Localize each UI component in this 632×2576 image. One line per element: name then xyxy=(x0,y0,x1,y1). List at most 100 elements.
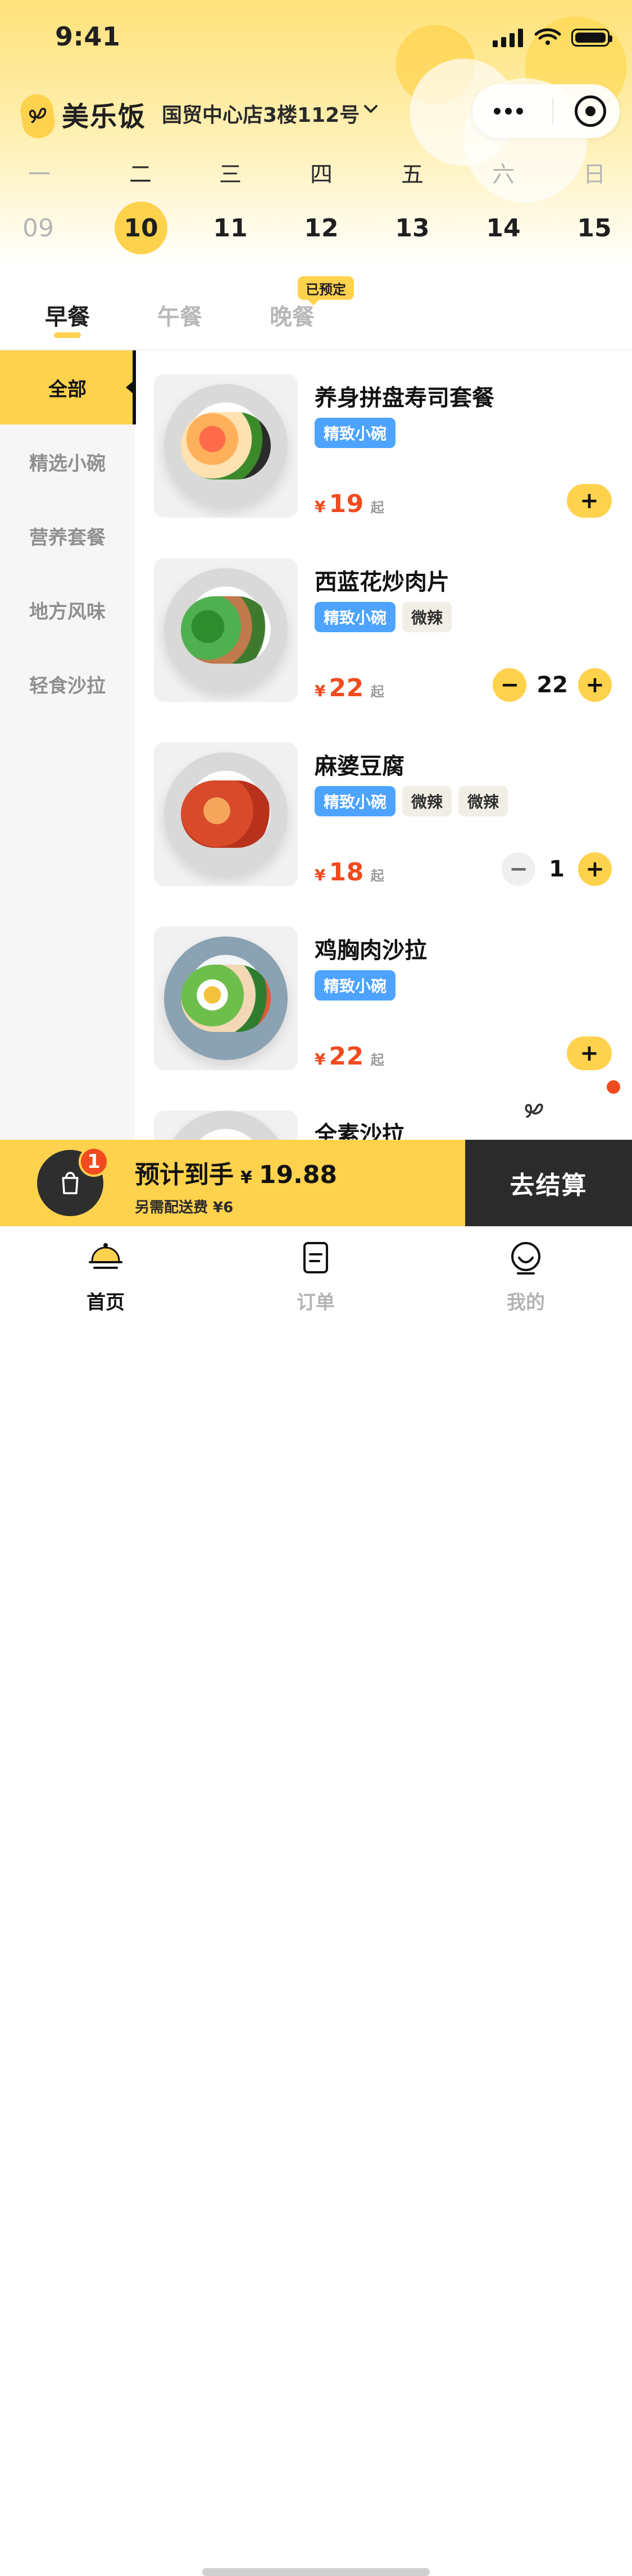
active-tab-indicator xyxy=(54,332,81,338)
increase-button[interactable]: + xyxy=(578,668,612,702)
tab-orders[interactable]: 订单 xyxy=(260,1236,372,1314)
weekday: 日 xyxy=(583,162,606,188)
dates-row: 09 10 11 12 13 14 15 xyxy=(0,200,632,262)
meal-tabs: 早餐 午餐 晚餐 已预定 xyxy=(0,270,632,348)
date-12[interactable]: 12 xyxy=(293,200,349,256)
status-icons xyxy=(493,28,612,47)
price-suffix: 起 xyxy=(370,1052,384,1068)
weekday: 一 xyxy=(28,162,51,188)
chevron-down-icon[interactable] xyxy=(361,99,381,119)
currency-symbol: ¥ xyxy=(315,1050,326,1068)
decrease-button[interactable]: − xyxy=(502,852,535,886)
target-icon[interactable] xyxy=(575,95,606,127)
battery-icon xyxy=(571,29,612,47)
date-11[interactable]: 11 xyxy=(202,200,258,256)
price-value: 22 xyxy=(329,674,364,702)
store-location[interactable]: 国贸中心店3楼112号 xyxy=(162,99,360,128)
dish-name: 西蓝花炒肉片 xyxy=(315,569,449,595)
date-09[interactable]: 09 xyxy=(10,200,66,256)
wifi-icon xyxy=(534,28,561,45)
dish-image[interactable] xyxy=(154,742,298,886)
list-item: 养身拼盘寿司套餐 精致小碗 ¥ 19 起 + xyxy=(135,350,632,535)
tab-orders-label: 订单 xyxy=(297,1291,335,1314)
cart-estimate-label: 预计到手 xyxy=(135,1161,234,1189)
sidebar-item-featured-small-bowl[interactable]: 精选小碗 xyxy=(0,424,135,499)
increase-button[interactable]: + xyxy=(578,852,612,886)
quantity: 22 xyxy=(536,672,568,698)
tag: 微辣 xyxy=(402,786,452,816)
category-sidebar: 全部 精选小碗 营养套餐 地方风味 轻食沙拉 xyxy=(0,350,136,1141)
date-10[interactable]: 10 xyxy=(115,202,167,254)
status-bar: 9:41 xyxy=(0,0,632,79)
weekday: 六 xyxy=(492,162,515,188)
tab-breakfast[interactable]: 早餐 xyxy=(45,299,90,331)
quantity: 1 xyxy=(549,856,565,882)
more-icon[interactable] xyxy=(486,108,531,115)
tab-home-label: 首页 xyxy=(87,1291,125,1314)
dish-food xyxy=(181,780,271,848)
tag: 精致小碗 xyxy=(315,418,396,448)
brand-name: 美乐饭 xyxy=(62,101,147,133)
dish-tags: 精致小碗 微辣 xyxy=(315,602,452,632)
cart-estimate: 预计到手 ¥ 19.88 xyxy=(135,1154,337,1190)
capsule-divider xyxy=(552,98,553,125)
tab-profile-label: 我的 xyxy=(507,1291,545,1314)
currency-symbol: ¥ xyxy=(315,866,326,884)
weekday: 四 xyxy=(310,162,333,188)
dish-image[interactable] xyxy=(154,1111,298,1141)
date-15[interactable]: 15 xyxy=(566,200,622,256)
dish-tags: 精致小碗 微辣 微辣 xyxy=(315,786,508,816)
price-suffix: 起 xyxy=(370,684,384,700)
price: ¥ 19 起 xyxy=(315,490,384,518)
checkout-button[interactable]: 去结算 xyxy=(465,1140,632,1226)
tag: 微辣 xyxy=(402,602,452,632)
price: ¥ 22 起 xyxy=(315,1042,384,1071)
tab-lunch[interactable]: 午餐 xyxy=(157,299,202,331)
plate-icon xyxy=(164,1111,288,1141)
shopping-bag-icon xyxy=(62,1172,79,1194)
currency-symbol: ¥ xyxy=(315,682,326,700)
dish-tags: 精致小碗 xyxy=(315,970,396,1001)
price-value: 18 xyxy=(329,858,364,887)
sidebar-item-local-flavor[interactable]: 地方风味 xyxy=(0,573,135,647)
dish-name: 麻婆豆腐 xyxy=(315,753,404,779)
tab-home[interactable]: 首页 xyxy=(49,1236,162,1314)
floating-brand-icon[interactable] xyxy=(521,1098,547,1124)
sidebar-item-light-salad[interactable]: 轻食沙拉 xyxy=(0,647,135,721)
currency-symbol: ¥ xyxy=(315,497,326,516)
weekday: 三 xyxy=(219,162,242,188)
cart-bar: 1 预计到手 ¥ 19.88 另需配送费 ¥6 去结算 xyxy=(0,1140,632,1226)
add-button[interactable]: + xyxy=(567,484,612,518)
cellular-signal-icon xyxy=(493,28,524,47)
dish-tags: 精致小碗 xyxy=(315,418,396,448)
price-suffix: 起 xyxy=(370,868,384,884)
home-indicator xyxy=(202,2568,430,2576)
price-value: 22 xyxy=(329,1042,364,1071)
weekday: 二 xyxy=(129,162,152,188)
date-13[interactable]: 13 xyxy=(384,200,440,256)
sidebar-item-all[interactable]: 全部 xyxy=(0,350,136,424)
tag: 精致小碗 xyxy=(315,786,396,816)
menu-main: 全部 精选小碗 营养套餐 地方风味 轻食沙拉 养身拼盘寿司套餐 精致小碗 ¥ 1… xyxy=(0,350,632,1141)
price-suffix: 起 xyxy=(370,500,384,515)
add-button[interactable]: + xyxy=(567,1036,612,1070)
list-item: 鸡胸肉沙拉 精致小碗 ¥ 22 起 + xyxy=(135,903,632,1087)
date-14[interactable]: 14 xyxy=(475,200,531,256)
le-logo-icon xyxy=(29,107,47,124)
menu-list: 养身拼盘寿司套餐 精致小碗 ¥ 19 起 + 西蓝花炒肉片 精致小碗 微辣 ¥ … xyxy=(135,350,632,1141)
tab-profile[interactable]: 我的 xyxy=(470,1236,582,1314)
quantity-stepper: − 22 + xyxy=(493,668,612,702)
bottom-tab-bar: 首页 订单 我的 xyxy=(0,1226,632,2576)
cart-amount: 19.88 xyxy=(258,1161,338,1189)
tag: 精致小碗 xyxy=(315,970,396,1001)
dish-image[interactable] xyxy=(154,374,298,518)
decrease-button[interactable]: − xyxy=(493,668,527,702)
dish-image[interactable] xyxy=(154,558,298,702)
miniapp-capsule xyxy=(472,84,620,138)
dish-food xyxy=(181,965,271,1032)
list-item: 西蓝花炒肉片 精致小碗 微辣 ¥ 22 起 − 22 + xyxy=(135,535,632,719)
cart-summary[interactable]: 1 预计到手 ¥ 19.88 另需配送费 ¥6 xyxy=(0,1140,465,1226)
dish-name: 养身拼盘寿司套餐 xyxy=(315,385,494,411)
dish-image[interactable] xyxy=(154,926,298,1070)
sidebar-item-nutrition-set[interactable]: 营养套餐 xyxy=(0,499,135,573)
